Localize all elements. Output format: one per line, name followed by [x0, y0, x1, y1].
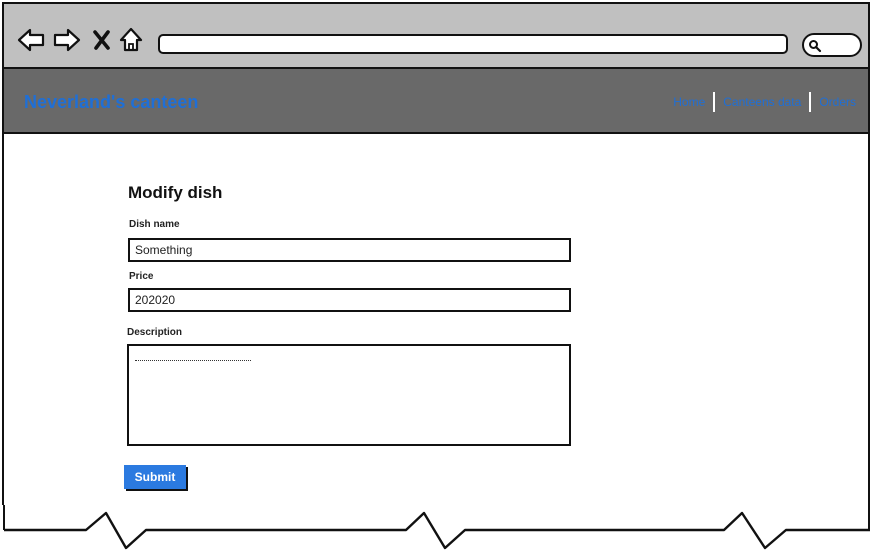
page-title: Modify dish — [128, 183, 223, 202]
top-nav: Home Canteens data Orders — [665, 91, 864, 113]
text-placeholder-line — [135, 360, 251, 361]
torn-page-edge — [0, 505, 872, 550]
search-button[interactable] — [802, 33, 862, 57]
description-label: Description — [127, 327, 183, 338]
arrow-left-icon[interactable] — [16, 26, 46, 54]
dish-name-label: Dish name — [129, 219, 180, 230]
address-bar[interactable] — [158, 34, 788, 54]
close-icon[interactable] — [90, 26, 120, 54]
home-icon[interactable] — [118, 26, 148, 54]
browser-toolbar — [2, 2, 870, 68]
nav-link-orders[interactable]: Orders — [811, 91, 864, 113]
nav-link-canteens-data[interactable]: Canteens data — [715, 91, 809, 113]
dish-name-field[interactable]: Something — [128, 238, 571, 262]
app-header: Neverland's canteen Home Canteens data O… — [2, 67, 870, 134]
submit-button[interactable]: Submit — [124, 465, 186, 489]
nav-link-home[interactable]: Home — [665, 91, 713, 113]
browser-window: Neverland's canteen Home Canteens data O… — [0, 0, 872, 550]
price-label: Price — [129, 271, 154, 282]
arrow-right-icon[interactable] — [52, 26, 82, 54]
price-field[interactable]: 202020 — [128, 288, 571, 312]
brand-title[interactable]: Neverland's canteen — [24, 92, 198, 113]
